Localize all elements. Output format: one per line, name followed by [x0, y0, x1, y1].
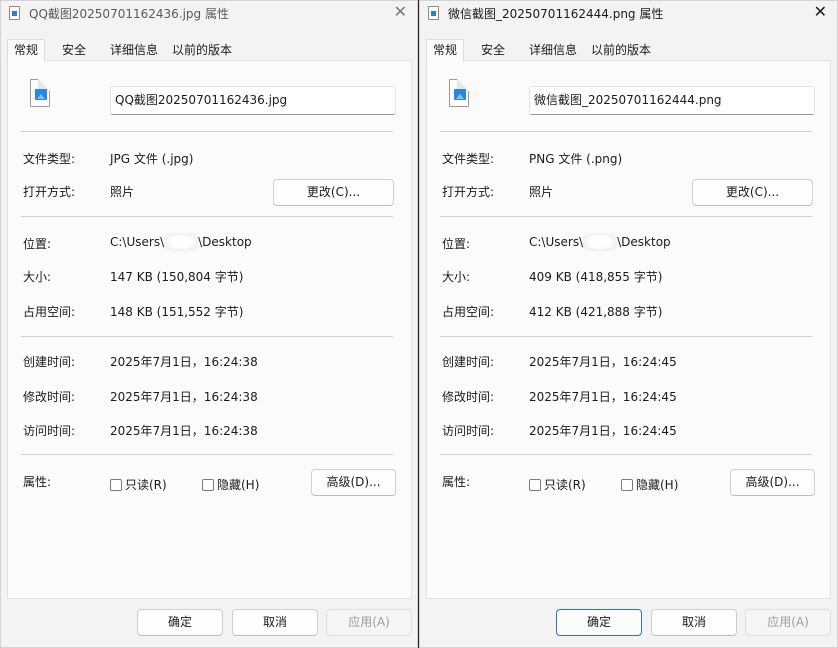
divider [21, 216, 393, 217]
advanced-button[interactable]: 高级(D)... [730, 469, 815, 496]
change-button[interactable]: 更改(C)... [273, 179, 394, 206]
accessed-value: 2025年7月1日，16:24:38 [110, 424, 258, 438]
window-title: 微信截图_20250701162444.png 属性 [448, 7, 664, 21]
apply-button[interactable]: 应用(A) [326, 609, 412, 636]
title-bar[interactable]: 微信截图_20250701162444.png 属性 ✕ [420, 1, 837, 27]
location-suffix: \Desktop [198, 235, 252, 249]
image-file-icon [9, 6, 20, 20]
accessed-label: 访问时间: [23, 424, 76, 438]
file-name-input[interactable]: QQ截图20250701162436.jpg [110, 86, 396, 115]
cancel-button[interactable]: 取消 [232, 609, 318, 636]
readonly-label: 只读(R) [125, 478, 167, 492]
hidden-label: 隐藏(H) [636, 478, 679, 492]
modified-label: 修改时间: [442, 390, 495, 404]
hidden-checkbox[interactable]: 隐藏(H) [202, 476, 259, 493]
location-label: 位置: [442, 237, 471, 251]
created-value: 2025年7月1日，16:24:38 [110, 355, 258, 369]
tab-general[interactable]: 常规 [426, 39, 465, 62]
checkbox-box[interactable] [621, 479, 633, 491]
readonly-label: 只读(R) [544, 478, 586, 492]
redaction-blur [164, 233, 198, 251]
open-with-label: 打开方式: [23, 185, 76, 199]
location-suffix: \Desktop [617, 235, 671, 249]
properties-window-jpg: QQ截图20250701162436.jpg 属性 ✕ 常规 安全 详细信息 以… [0, 0, 418, 648]
size-value: 409 KB (418,855 字节) [529, 270, 663, 284]
created-label: 创建时间: [23, 355, 76, 369]
divider [21, 454, 393, 455]
modified-value: 2025年7月1日，16:24:38 [110, 390, 258, 404]
accessed-value: 2025年7月1日，16:24:45 [529, 424, 677, 438]
divider [21, 131, 393, 132]
size-label: 大小: [23, 270, 52, 284]
general-panel: QQ截图20250701162436.jpg 文件类型: JPG 文件 (.jp… [7, 60, 412, 599]
hidden-checkbox[interactable]: 隐藏(H) [621, 476, 678, 493]
created-value: 2025年7月1日，16:24:45 [529, 355, 677, 369]
image-file-icon [30, 79, 50, 107]
disk-size-value: 148 KB (151,552 字节) [110, 305, 244, 319]
divider [21, 336, 393, 337]
disk-size-value: 412 KB (421,888 字节) [529, 305, 663, 319]
properties-window-png: 微信截图_20250701162444.png 属性 ✕ 常规 安全 详细信息 … [419, 0, 838, 648]
image-file-icon [428, 6, 439, 20]
disk-size-label: 占用空间: [23, 305, 76, 319]
general-panel: 微信截图_20250701162444.png 文件类型: PNG 文件 (.p… [426, 60, 831, 599]
cancel-button[interactable]: 取消 [651, 609, 737, 636]
modified-value: 2025年7月1日，16:24:45 [529, 390, 677, 404]
image-file-icon [449, 79, 469, 107]
file-type-value: JPG 文件 (.jpg) [110, 152, 194, 166]
disk-size-label: 占用空间: [442, 305, 495, 319]
open-with-label: 打开方式: [442, 185, 495, 199]
window-title: QQ截图20250701162436.jpg 属性 [29, 7, 229, 21]
open-with-value: 照片 [110, 185, 135, 199]
readonly-checkbox[interactable]: 只读(R) [110, 476, 167, 493]
change-button[interactable]: 更改(C)... [692, 179, 813, 206]
accessed-label: 访问时间: [442, 424, 495, 438]
tab-general[interactable]: 常规 [7, 39, 46, 62]
modified-label: 修改时间: [23, 390, 76, 404]
apply-button[interactable]: 应用(A) [745, 609, 831, 636]
title-bar[interactable]: QQ截图20250701162436.jpg 属性 ✕ [1, 1, 417, 27]
tab-previous-versions[interactable]: 以前的版本 [584, 39, 658, 61]
size-value: 147 KB (150,804 字节) [110, 270, 244, 284]
checkbox-box[interactable] [202, 479, 214, 491]
close-icon[interactable]: ✕ [394, 3, 407, 21]
divider [440, 336, 812, 337]
created-label: 创建时间: [442, 355, 495, 369]
hidden-label: 隐藏(H) [217, 478, 260, 492]
open-with-value: 照片 [529, 185, 554, 199]
location-prefix: C:\Users\ [529, 235, 584, 249]
file-name-input[interactable]: 微信截图_20250701162444.png [529, 86, 815, 115]
checkbox-box[interactable] [110, 479, 122, 491]
file-type-label: 文件类型: [442, 152, 495, 166]
advanced-button[interactable]: 高级(D)... [311, 469, 396, 496]
size-label: 大小: [442, 270, 471, 284]
checkbox-box[interactable] [529, 479, 541, 491]
redaction-blur [583, 233, 617, 251]
ok-button[interactable]: 确定 [137, 609, 223, 636]
tab-details[interactable]: 详细信息 [522, 39, 584, 61]
tab-previous-versions[interactable]: 以前的版本 [165, 39, 239, 61]
ok-button[interactable]: 确定 [556, 609, 642, 636]
attributes-label: 属性: [23, 475, 52, 489]
readonly-checkbox[interactable]: 只读(R) [529, 476, 586, 493]
file-type-value: PNG 文件 (.png) [529, 152, 623, 166]
tab-details[interactable]: 详细信息 [103, 39, 165, 61]
close-icon[interactable]: ✕ [814, 3, 827, 21]
attributes-label: 属性: [442, 475, 471, 489]
file-type-label: 文件类型: [23, 152, 76, 166]
divider [440, 131, 812, 132]
location-label: 位置: [23, 237, 52, 251]
tab-security[interactable]: 安全 [474, 39, 512, 61]
divider [440, 454, 812, 455]
tab-security[interactable]: 安全 [55, 39, 93, 61]
location-prefix: C:\Users\ [110, 235, 165, 249]
divider [440, 216, 812, 217]
